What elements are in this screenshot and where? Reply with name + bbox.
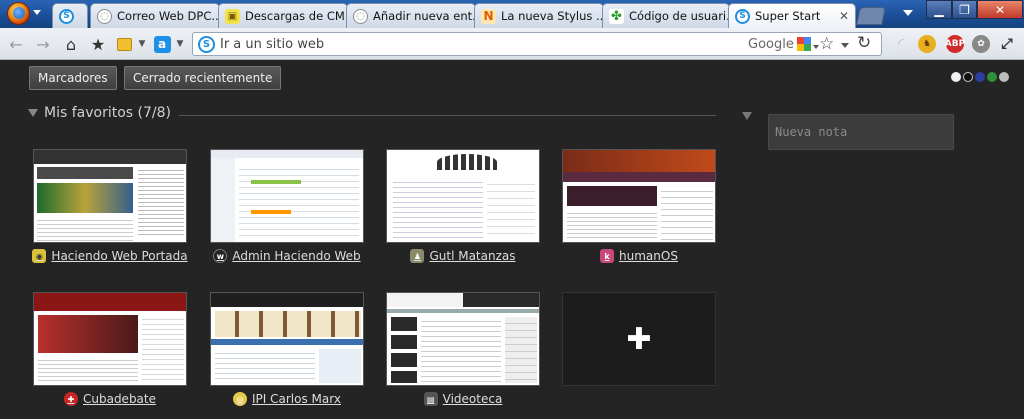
firefox-icon [7,2,30,25]
add-site-button[interactable]: ✚ [562,292,716,386]
super-start-page: Marcadores Cerrado recientemente Mis fav… [0,61,1024,419]
theme-dot-black[interactable] [963,72,973,82]
speed-dial-site[interactable]: ◎ IPI Carlos Marx [210,292,364,406]
close-tab-icon[interactable]: ✕ [839,9,849,23]
bookmarks-button[interactable]: Marcadores [29,66,117,90]
back-icon[interactable]: ← [6,34,26,54]
tab-title: Correo Web DPC... [117,9,219,23]
site-thumbnail[interactable] [386,149,540,243]
tab-anadir-entrada[interactable]: ◌ Añadir nueva ent... [346,3,476,28]
site-thumbnail[interactable] [33,292,187,386]
bookmark-star-icon[interactable]: ★ [88,34,108,54]
site-favicon: ◎ [233,392,248,406]
tab-title: Descargas de CM... [245,9,347,23]
site-favicon: ♟ [410,249,425,263]
tab-pinned-super-start[interactable]: S [52,3,88,28]
maximize-button[interactable]: ❐ [952,0,977,19]
firefox-menu-button[interactable] [3,0,43,27]
site-favicon: ✚ [63,392,78,406]
speed-dial-site[interactable]: ✚ Cubadebate [33,292,187,406]
forward-icon[interactable]: → [33,34,53,54]
site-title-link[interactable]: ✚ Cubadebate [33,392,187,406]
tab-title: Super Start [755,9,821,23]
theme-dot-gray[interactable] [999,72,1009,82]
address-bar[interactable]: S Google ☆ ↻ [192,32,882,56]
n-icon: N [481,8,496,24]
addon-figure-icon[interactable]: ♞ [918,35,936,53]
recently-closed-button[interactable]: Cerrado recientemente [124,66,282,90]
google-icon[interactable] [797,37,811,51]
speed-dial-site[interactable]: w Admin Haciendo Web [210,149,364,263]
speed-dial-site[interactable]: ▤ Videoteca [386,292,540,406]
cmd-icon: ▣ [225,8,240,24]
site-favicon: k [600,249,615,263]
new-note-input[interactable] [768,114,954,150]
tab-stylus[interactable]: N La nueva Stylus ... [474,3,604,28]
site-favicon: w [213,249,228,263]
site-title-link[interactable]: ◉ Haciendo Web Portada [32,249,188,263]
adblock-plus-icon[interactable]: ABP [945,35,965,53]
navigation-toolbar: ← → ⌂ ★ ▼ a ▼ S Google ☆ ↻ ◜ ♞ ABP ✿ ⤢ [0,28,1024,60]
site-thumbnail[interactable] [210,292,364,386]
globe-icon: ◌ [97,8,112,24]
reload-icon[interactable]: ↻ [857,33,871,53]
globe-icon: ◌ [353,8,368,24]
site-thumbnail[interactable] [33,149,187,243]
site-title-link[interactable]: ◎ IPI Carlos Marx [210,392,364,406]
url-input[interactable] [220,35,720,53]
addon-a-icon[interactable]: a [152,34,172,54]
site-title-link[interactable]: w Admin Haciendo Web [210,249,364,263]
collapse-triangle-icon[interactable] [28,109,38,117]
chevron-down-icon [33,10,41,15]
super-start-icon: S [198,36,215,53]
divider [178,114,716,116]
group-header[interactable]: Mis favoritos (7/8) [28,102,716,124]
tab-title: Añadir nueva ent... [373,9,475,23]
tab-title: Código de usuari... [629,9,729,23]
tab-title: La nueva Stylus ... [501,9,603,23]
close-window-button[interactable]: ✕ [977,0,1023,19]
tab-codigo-usuario[interactable]: ✤ Código de usuari... [602,3,730,28]
group-title: Mis favoritos (7/8) [44,105,171,121]
site-title-link[interactable]: ♟ Gutl Matanzas [386,249,540,263]
site-favicon: ◉ [32,249,47,263]
chevron-down-icon[interactable]: ▼ [132,34,152,54]
site-thumbnail[interactable] [562,149,716,243]
speed-dial-site[interactable]: k humanOS [562,149,716,263]
site-thumbnail[interactable] [210,149,364,243]
fullscreen-icon[interactable]: ⤢ [998,35,1016,53]
clover-icon: ✤ [609,8,624,24]
speed-dial-site[interactable]: ♟ Gutl Matanzas [386,149,540,263]
new-tab-button[interactable] [856,7,886,25]
rss-icon[interactable]: ◜ [892,35,910,53]
list-all-tabs-icon[interactable] [903,10,913,16]
tab-descargas[interactable]: ▣ Descargas de CM... [218,3,348,28]
site-thumbnail[interactable] [386,292,540,386]
tab-correo-web[interactable]: ◌ Correo Web DPC... [90,3,220,28]
theme-dot-white[interactable] [951,72,961,82]
bookmark-page-icon[interactable]: ☆ [819,34,834,54]
super-start-icon: S [59,8,74,24]
speed-dial-site[interactable]: ◉ Haciendo Web Portada [32,149,188,263]
super-start-icon: S [735,8,750,24]
addon-puzzle-icon[interactable]: ✿ [972,35,990,53]
minimize-button[interactable]: ▁ [926,0,952,19]
tab-super-start[interactable]: S Super Start ✕ [728,3,856,28]
home-icon[interactable]: ⌂ [61,34,81,54]
bookmarks-menu-icon[interactable] [114,34,134,54]
plus-icon: ✚ [626,321,652,357]
tab-bar: S ◌ Correo Web DPC... ▣ Descargas de CM.… [0,0,1024,28]
site-favicon: ▤ [423,392,438,406]
chevron-down-icon[interactable]: ▼ [170,34,190,54]
search-engine-label: Google [748,37,794,52]
theme-dot-blue[interactable] [975,72,985,82]
theme-selector [951,72,1009,82]
notes-collapse-icon[interactable] [742,112,752,120]
site-title-link[interactable]: ▤ Videoteca [386,392,540,406]
history-dropdown-icon[interactable] [841,43,849,48]
site-title-link[interactable]: k humanOS [562,249,716,263]
theme-dot-green[interactable] [987,72,997,82]
